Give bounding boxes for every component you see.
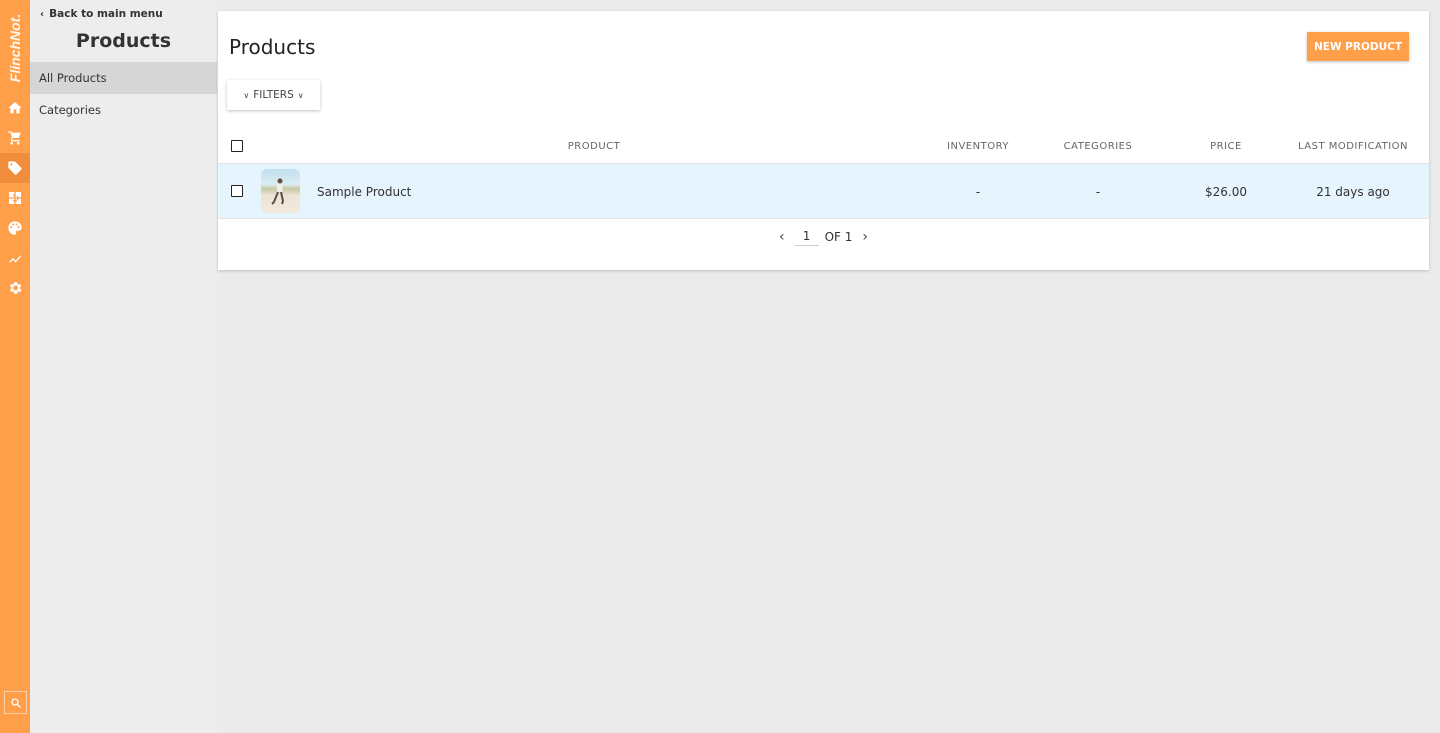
filters-label: FILTERS — [253, 89, 294, 101]
subnav-item-label: All Products — [39, 71, 107, 85]
gear-icon — [9, 282, 22, 294]
rail-design[interactable] — [0, 213, 30, 243]
rail-analytics[interactable] — [0, 243, 30, 273]
rail-search-button[interactable] — [4, 691, 27, 714]
column-header-last-modification[interactable]: LAST MODIFICATION — [1298, 129, 1408, 164]
table-header: PRODUCT INVENTORY CATEGORIES PRICE LAST … — [218, 129, 1429, 164]
back-link-label: Back to main menu — [49, 8, 163, 20]
next-page-button[interactable]: › — [858, 229, 872, 245]
chart-line-icon — [9, 255, 22, 263]
row-checkbox[interactable] — [231, 185, 243, 197]
sub-navigation: ‹ Back to main menu Products All Product… — [30, 0, 217, 733]
page-total-label: OF 1 — [824, 230, 853, 244]
product-inventory: - — [975, 184, 981, 199]
rail-extensions[interactable] — [0, 183, 30, 213]
section-title: Products — [75, 30, 172, 52]
home-icon — [8, 102, 22, 114]
subnav-item-all-products[interactable]: All Products — [30, 62, 217, 94]
column-header-price[interactable]: PRICE — [1210, 129, 1242, 164]
logo[interactable]: FlinchNot. — [0, 8, 30, 88]
subnav-item-label: Categories — [39, 103, 101, 117]
chevron-down-icon: ∨ — [243, 90, 250, 100]
page-title: Products — [229, 35, 316, 59]
chevron-left-icon: ‹ — [40, 8, 45, 20]
new-product-button[interactable]: NEW PRODUCT — [1307, 32, 1409, 61]
palette-icon — [8, 221, 22, 235]
product-last-modification: 21 days ago — [1316, 184, 1390, 199]
product-thumbnail — [261, 169, 300, 213]
product-image — [271, 178, 285, 205]
product-name[interactable]: Sample Product — [317, 164, 411, 219]
tag-icon — [8, 161, 22, 175]
cart-icon — [8, 131, 21, 145]
page-number-input[interactable] — [794, 228, 819, 246]
column-header-product[interactable]: PRODUCT — [568, 129, 620, 164]
puzzle-icon — [9, 192, 21, 204]
table-row[interactable]: Sample Product - - $26.00 21 days ago — [218, 164, 1429, 219]
column-header-inventory[interactable]: INVENTORY — [947, 129, 1009, 164]
product-categories: - — [1095, 184, 1101, 199]
app-rail: FlinchNot. — [0, 0, 30, 733]
column-header-categories[interactable]: CATEGORIES — [1064, 129, 1133, 164]
products-card: Products NEW PRODUCT ∨ FILTERS ∨ PRODUCT… — [218, 11, 1429, 270]
chevron-down-icon: ∨ — [297, 90, 304, 100]
pagination: ‹ OF 1 › — [218, 227, 1429, 247]
product-price: $26.00 — [1205, 184, 1247, 199]
filters-button[interactable]: ∨ FILTERS ∨ — [227, 80, 320, 110]
logo-text: FlinchNot. — [7, 13, 23, 83]
rail-orders[interactable] — [0, 123, 30, 153]
previous-page-button[interactable]: ‹ — [775, 229, 789, 245]
rail-products[interactable] — [0, 153, 30, 183]
back-to-main-menu-link[interactable]: ‹ Back to main menu — [40, 8, 163, 20]
rail-settings[interactable] — [0, 273, 30, 303]
search-icon — [10, 697, 21, 708]
subnav-item-categories[interactable]: Categories — [30, 94, 217, 126]
rail-home[interactable] — [0, 93, 30, 123]
select-all-checkbox[interactable] — [231, 140, 243, 152]
